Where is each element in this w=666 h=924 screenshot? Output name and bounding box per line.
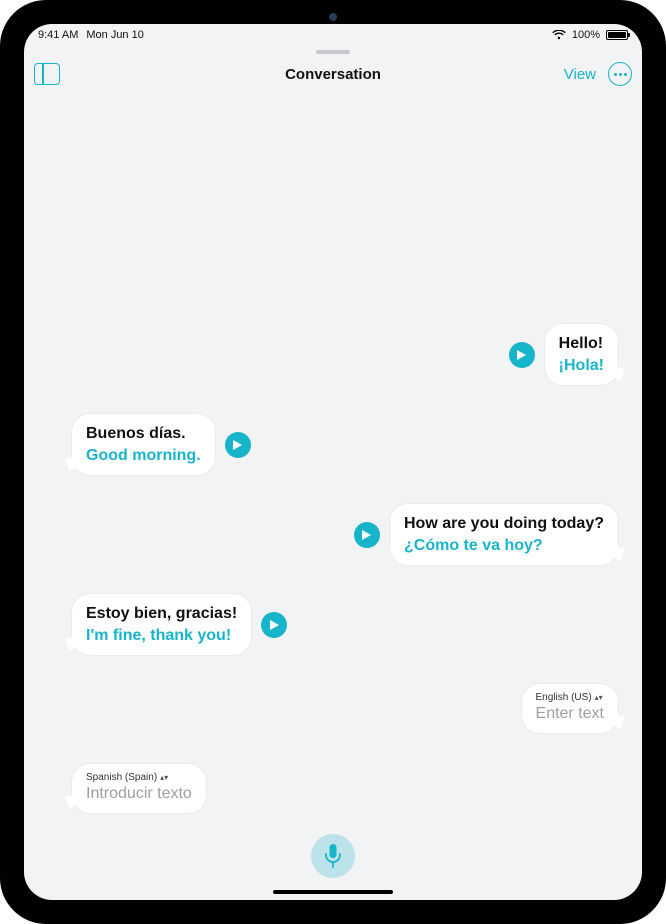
message-bubble[interactable]: Buenos días. Good morning. — [72, 414, 215, 475]
language-selector-left[interactable]: Spanish (Spain) ▴▾ — [86, 772, 192, 783]
nav-bar: Conversation View — [24, 54, 642, 94]
more-button[interactable] — [608, 62, 632, 86]
input-row-left: Spanish (Spain) ▴▾ Introducir texto — [72, 764, 206, 813]
language-selector-right[interactable]: English (US) ▴▾ — [536, 692, 604, 703]
message-translation: ¡Hola! — [559, 356, 604, 376]
play-button[interactable] — [225, 432, 251, 458]
battery-percent: 100% — [572, 29, 600, 41]
status-date: Mon Jun 10 — [86, 29, 143, 41]
status-time: 9:41 AM — [38, 29, 78, 41]
home-indicator[interactable] — [273, 890, 393, 894]
message-translation: ¿Cómo te va hoy? — [404, 536, 604, 556]
input-placeholder: Enter text — [536, 705, 604, 723]
message-row: How are you doing today? ¿Cómo te va hoy… — [354, 504, 618, 565]
text-input-right[interactable]: English (US) ▴▾ Enter text — [522, 684, 618, 733]
message-original: Buenos días. — [86, 424, 201, 444]
message-bubble[interactable]: How are you doing today? ¿Cómo te va hoy… — [390, 504, 618, 565]
sidebar-toggle-button[interactable] — [34, 61, 60, 87]
view-button[interactable]: View — [564, 66, 596, 83]
language-label: Spanish (Spain) — [86, 772, 157, 783]
microphone-icon — [323, 843, 343, 869]
message-original: How are you doing today? — [404, 514, 604, 534]
message-row: Estoy bien, gracias! I'm fine, thank you… — [72, 594, 287, 655]
message-row: Buenos días. Good morning. — [72, 414, 251, 475]
microphone-button[interactable] — [311, 834, 355, 878]
play-button[interactable] — [261, 612, 287, 638]
message-original: Estoy bien, gracias! — [86, 604, 237, 624]
message-bubble[interactable]: Estoy bien, gracias! I'm fine, thank you… — [72, 594, 251, 655]
language-label: English (US) — [536, 692, 592, 703]
play-button[interactable] — [509, 342, 535, 368]
wifi-icon — [552, 30, 566, 40]
message-bubble[interactable]: Hello! ¡Hola! — [545, 324, 618, 385]
message-translation: Good morning. — [86, 446, 201, 466]
input-row-right: English (US) ▴▾ Enter text — [522, 684, 618, 733]
page-title: Conversation — [285, 66, 381, 83]
screen: 9:41 AM Mon Jun 10 100% Conversati — [24, 24, 642, 900]
message-original: Hello! — [559, 334, 604, 354]
play-button[interactable] — [354, 522, 380, 548]
text-input-left[interactable]: Spanish (Spain) ▴▾ Introducir texto — [72, 764, 206, 813]
chevron-updown-icon: ▴▾ — [595, 694, 603, 702]
battery-icon — [606, 30, 628, 40]
ipad-frame: 9:41 AM Mon Jun 10 100% Conversati — [0, 0, 666, 924]
sidebar-icon — [34, 63, 60, 85]
status-bar: 9:41 AM Mon Jun 10 100% — [24, 24, 642, 46]
message-translation: I'm fine, thank you! — [86, 626, 237, 646]
chevron-updown-icon: ▴▾ — [160, 774, 168, 782]
conversation-area: Hello! ¡Hola! Buenos días. Good morning. — [24, 94, 642, 900]
input-placeholder: Introducir texto — [86, 785, 192, 803]
front-camera — [329, 13, 337, 21]
message-row: Hello! ¡Hola! — [509, 324, 618, 385]
